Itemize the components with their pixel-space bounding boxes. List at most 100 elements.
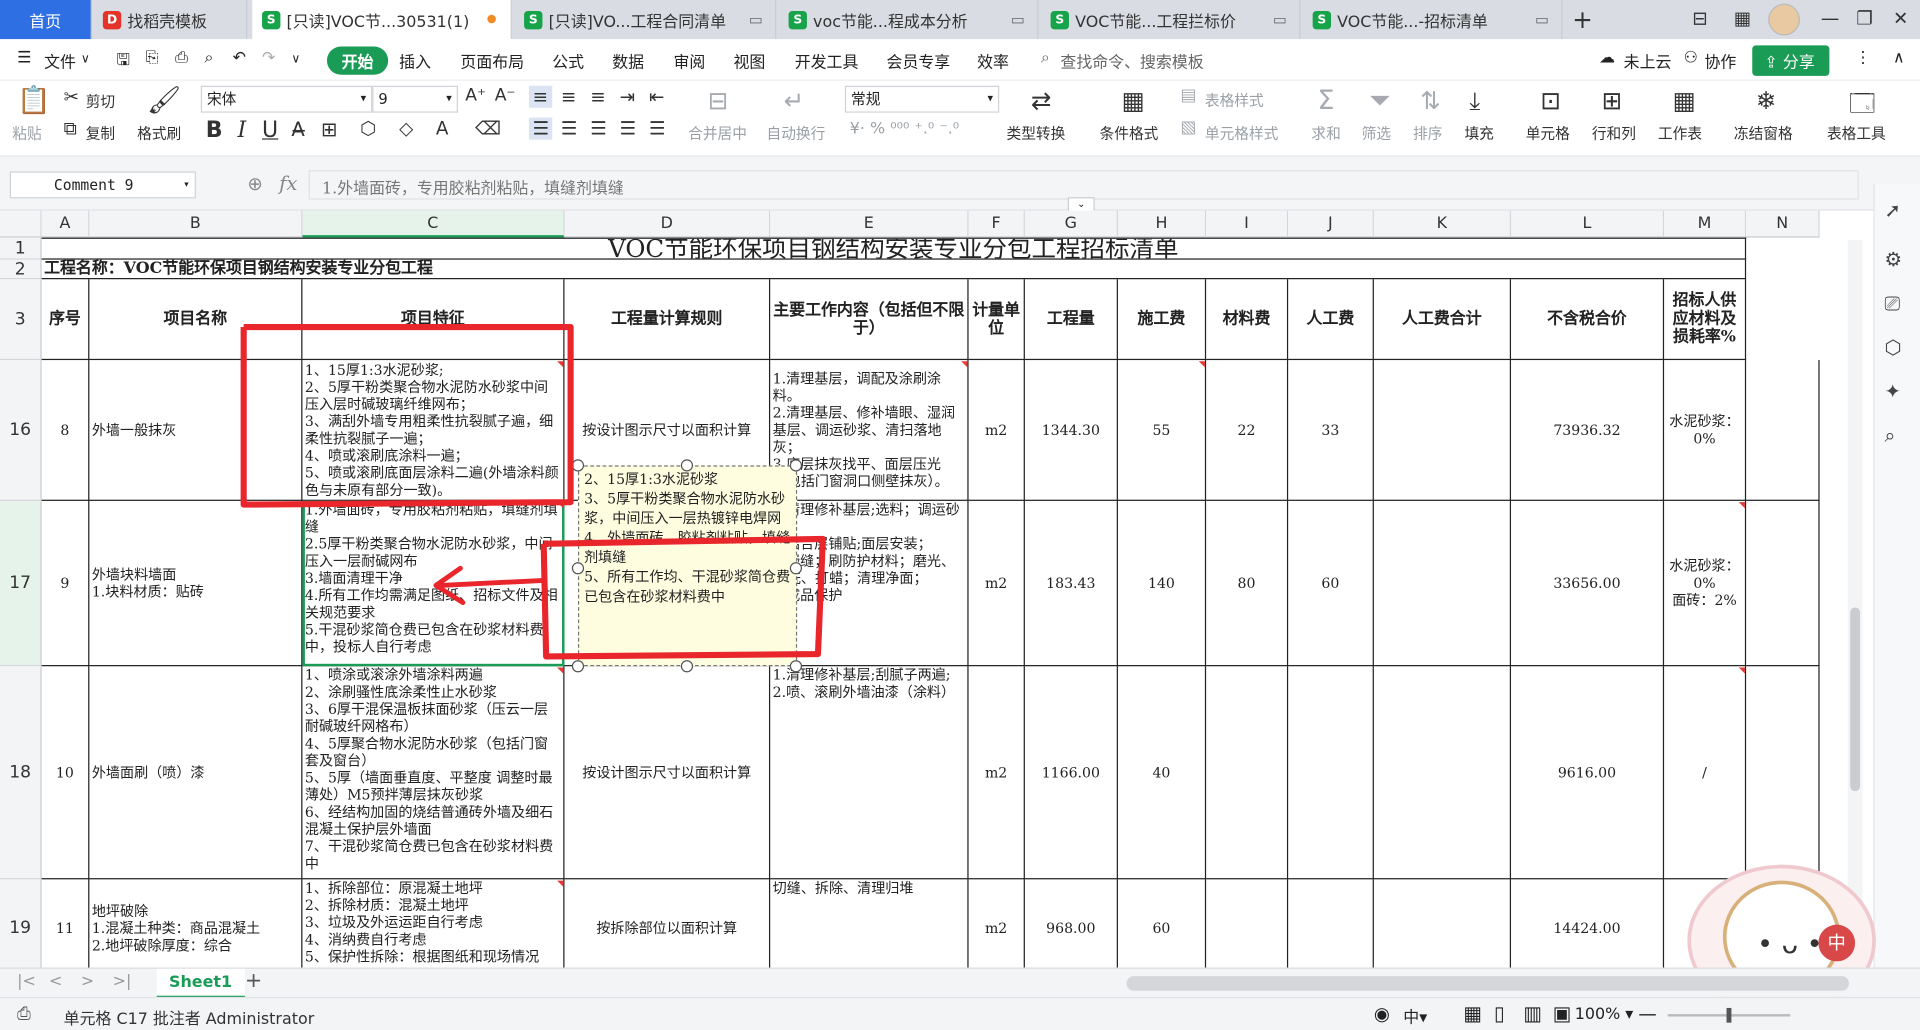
review-icon[interactable]: ⌕: [1884, 424, 1895, 448]
spreadsheet-grid[interactable]: ABCDEFGHIJKLMN 1 2 3 16 17 18 19 VOC节能环保项目钢结构安…: [0, 210, 1874, 968]
sliders-icon[interactable]: ⚙: [1884, 247, 1902, 270]
filter-button[interactable]: 筛选: [1362, 122, 1391, 143]
share-button[interactable]: ⇪ 分享: [1752, 45, 1830, 76]
chevron-down-icon[interactable]: ∨: [81, 53, 90, 66]
undo-icon[interactable]: ↶: [233, 49, 246, 67]
eye-protect-icon[interactable]: ◉: [1374, 1003, 1390, 1025]
add-sheet-button[interactable]: +: [245, 969, 262, 993]
restore-icon[interactable]: ❐: [1856, 7, 1872, 29]
worksheet-button[interactable]: 工作表: [1658, 122, 1702, 143]
zoom-level[interactable]: 100% ▾: [1575, 1006, 1634, 1024]
font-color-icon[interactable]: ◇: [399, 118, 413, 140]
collaborate-button[interactable]: 协作: [1704, 49, 1736, 72]
zoom-out-icon[interactable]: —: [1638, 1003, 1656, 1025]
scrollbar-thumb[interactable]: [1850, 607, 1861, 792]
hamburger-icon[interactable]: ☰: [17, 49, 31, 67]
border-icon[interactable]: ⊞: [321, 118, 337, 141]
first-sheet-icon[interactable]: |<: [17, 972, 36, 990]
sum-button[interactable]: 求和: [1311, 122, 1340, 143]
minimize-icon[interactable]: —: [1821, 7, 1839, 29]
tab-home[interactable]: 首页: [0, 0, 92, 40]
prev-sheet-icon[interactable]: <: [49, 972, 62, 990]
wrap-text-button[interactable]: 自动换行: [767, 122, 826, 143]
vertical-scrollbar[interactable]: [1847, 240, 1863, 968]
zoom-slider[interactable]: [1667, 1007, 1791, 1023]
currency-icon[interactable]: ¥· % ⁰⁰⁰ ⁺.⁰ ⁻.⁰: [850, 120, 959, 138]
indent-icon[interactable]: ⇥: [620, 86, 635, 108]
font-size-select[interactable]: 9 ▾: [372, 85, 458, 113]
avatar[interactable]: [1768, 3, 1801, 36]
redo-icon[interactable]: ↷: [262, 49, 275, 67]
font-color-a-icon[interactable]: A: [436, 118, 449, 140]
chevron-down-icon[interactable]: ∨: [291, 53, 300, 66]
close-tab-icon[interactable]: ▭: [1011, 11, 1025, 28]
ime-badge[interactable]: 中: [1818, 924, 1856, 962]
align-bottom-icon[interactable]: ≡: [590, 86, 605, 108]
freeze-panes-button[interactable]: 冻结窗格: [1734, 122, 1793, 143]
menu-page-layout[interactable]: 页面布局: [460, 49, 524, 72]
cloud-status[interactable]: 未上云: [1624, 49, 1672, 72]
table-tools-button[interactable]: 表格工具: [1827, 122, 1886, 143]
menu-view[interactable]: 视图: [733, 49, 765, 72]
print-preview-icon[interactable]: ⌕: [204, 49, 213, 67]
menu-insert[interactable]: 插入: [399, 49, 431, 72]
strikethrough-icon[interactable]: A̶: [291, 118, 304, 141]
style-icon[interactable]: ⎚: [1884, 291, 1900, 315]
font-name-select[interactable]: 宋体 ▾: [200, 85, 373, 113]
align-left-icon[interactable]: ☰: [528, 117, 553, 140]
fill-button[interactable]: 填充: [1464, 122, 1493, 143]
tab-document[interactable]: S VOC节能...工程拦标价 ▭: [1041, 0, 1301, 40]
align-top-icon[interactable]: ≡: [528, 85, 552, 108]
name-box[interactable]: Comment 9 ▾: [9, 171, 196, 199]
menu-home[interactable]: 开始: [326, 46, 389, 75]
sort-button[interactable]: 排序: [1413, 122, 1442, 143]
print-icon[interactable]: ⎙: [175, 49, 188, 67]
command-search-input[interactable]: 查找命令、搜索模板: [1060, 49, 1203, 72]
distributed-icon[interactable]: ☰: [649, 118, 665, 140]
grid-apps-icon[interactable]: ▦: [1734, 7, 1751, 29]
export-pdf-icon[interactable]: ⎘: [146, 49, 159, 67]
bold-icon[interactable]: B: [206, 118, 223, 144]
cell-button[interactable]: 单元格: [1526, 122, 1570, 143]
outdent-icon[interactable]: ⇤: [649, 86, 664, 108]
cut-button[interactable]: 剪切: [86, 91, 115, 112]
tab-document[interactable]: S VOC节能...-招标清单 ▭: [1303, 0, 1563, 40]
cell-style-button[interactable]: 单元格样式: [1205, 122, 1278, 143]
merge-center-button[interactable]: 合并居中: [688, 122, 747, 143]
last-sheet-icon[interactable]: >|: [113, 972, 132, 990]
align-middle-icon[interactable]: ≡: [561, 86, 576, 108]
ime-indicator[interactable]: 中▾: [1403, 1004, 1427, 1027]
close-tab-icon[interactable]: ▭: [1273, 11, 1287, 28]
close-tab-icon[interactable]: ▭: [1535, 11, 1549, 28]
menu-member[interactable]: 会员专享: [887, 49, 951, 72]
layout-icon[interactable]: ⊟: [1692, 7, 1707, 29]
next-sheet-icon[interactable]: >: [81, 972, 94, 990]
paste-button[interactable]: 粘贴: [12, 122, 41, 143]
cursor-icon[interactable]: ➚: [1884, 198, 1900, 221]
save-icon[interactable]: 🖫: [116, 49, 130, 76]
menu-developer[interactable]: 开发工具: [795, 49, 859, 72]
menu-data[interactable]: 数据: [612, 49, 644, 72]
new-tab-button[interactable]: +: [1572, 5, 1593, 34]
tab-document[interactable]: S [只读]VO...工程合同清单 ▭: [514, 0, 777, 40]
fx-icon[interactable]: fx: [279, 171, 297, 194]
menu-file[interactable]: 文件: [44, 49, 76, 72]
tab-active-document[interactable]: S [只读]VOC节...30531(1): [252, 0, 512, 40]
collapse-ribbon-icon[interactable]: ∧: [1893, 49, 1905, 67]
decrease-font-icon[interactable]: A⁻: [495, 86, 516, 106]
more-icon[interactable]: ⋮: [1855, 49, 1871, 67]
macro-record-icon[interactable]: ⎙: [17, 1004, 31, 1024]
zoom-formula-icon[interactable]: ⊕: [247, 173, 262, 195]
paste-icon[interactable]: 📋: [17, 86, 51, 117]
horizontal-scrollbar[interactable]: [1126, 976, 1849, 991]
type-convert-button[interactable]: 类型转换: [1007, 122, 1066, 143]
ai-icon[interactable]: ✦: [1884, 380, 1900, 403]
page-break-view-icon[interactable]: ▥: [1523, 1002, 1542, 1025]
row-col-button[interactable]: 行和列: [1592, 122, 1636, 143]
clear-format-icon[interactable]: ⌫: [475, 118, 501, 140]
align-right-icon[interactable]: ☰: [590, 118, 606, 140]
align-center-icon[interactable]: ☰: [561, 118, 577, 140]
italic-icon[interactable]: I: [238, 118, 247, 144]
copy-button[interactable]: 复制: [86, 122, 115, 143]
format-painter-button[interactable]: 格式刷: [137, 122, 181, 143]
